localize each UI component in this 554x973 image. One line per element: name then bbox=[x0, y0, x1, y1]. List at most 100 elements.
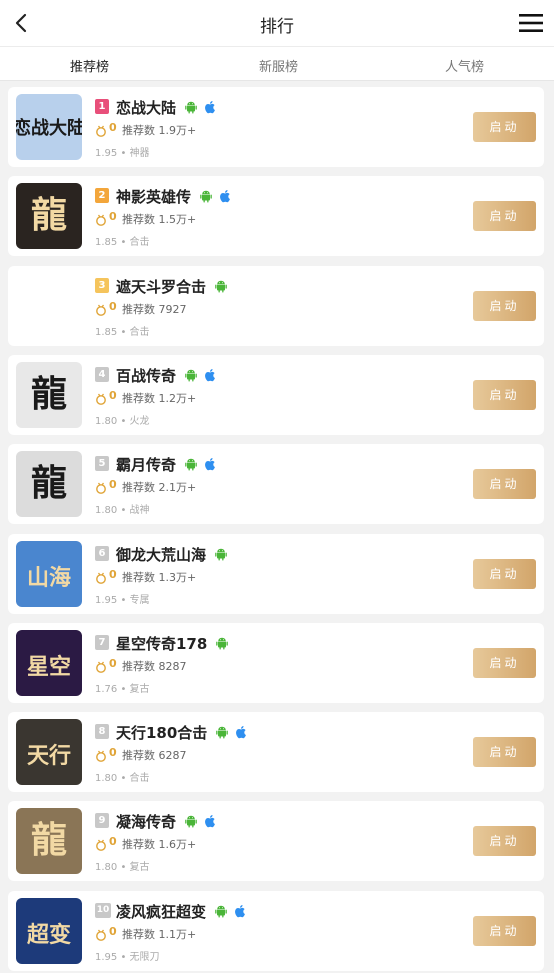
game-card[interactable]: 山海 6 御龙大荒山海 0 推荐数 1.3万+ 1.95 • 专属 启动 bbox=[8, 533, 544, 614]
game-name[interactable]: 凌风疯狂超变 bbox=[116, 901, 206, 922]
svg-text:龍: 龍 bbox=[31, 194, 67, 236]
medal-icon bbox=[95, 836, 107, 852]
rank-badge: 1 bbox=[95, 99, 109, 114]
android-icon bbox=[215, 724, 229, 740]
android-icon bbox=[215, 635, 229, 651]
coin-count: 0 bbox=[109, 121, 117, 134]
platform-icons bbox=[184, 456, 217, 472]
game-version-tag: 1.85 • 合击 bbox=[95, 237, 150, 249]
rank-badge: 4 bbox=[95, 366, 109, 382]
medal-icon bbox=[95, 479, 107, 495]
coin-count: 0 bbox=[109, 299, 117, 313]
apple-icon bbox=[203, 367, 217, 383]
start-button[interactable]: 启动 bbox=[473, 915, 536, 946]
tab-popularity[interactable]: 人气榜 bbox=[445, 56, 484, 75]
game-icon[interactable]: 山海 bbox=[16, 540, 82, 607]
coin-count: 0 bbox=[109, 924, 117, 938]
android-icon bbox=[184, 813, 198, 829]
game-card[interactable]: 龍 5 霸月传奇 0 推荐数 2.1万+ 1.80 • 战神 启动 bbox=[8, 444, 544, 525]
game-card[interactable]: 3 遮天斗罗合击 0 推荐数 7927 1.85 • 合击 启动 bbox=[8, 265, 544, 346]
game-icon[interactable]: 龍 bbox=[16, 183, 82, 250]
game-name[interactable]: 御龙大荒山海 bbox=[116, 544, 206, 565]
apple-icon bbox=[203, 456, 217, 472]
recommend-count: 推荐数 1.1万+ bbox=[122, 927, 197, 941]
platform-icons bbox=[214, 546, 228, 562]
coin-count: 0 bbox=[109, 388, 117, 402]
game-name[interactable]: 霸月传奇 bbox=[116, 454, 176, 475]
platform-icons bbox=[184, 813, 217, 829]
android-icon bbox=[214, 278, 228, 294]
coin-count: 0 bbox=[109, 656, 117, 670]
start-button[interactable]: 启动 bbox=[473, 379, 536, 410]
start-button[interactable]: 启动 bbox=[473, 826, 536, 857]
game-icon[interactable]: 龍 bbox=[16, 361, 82, 428]
start-button[interactable]: 启动 bbox=[473, 201, 536, 232]
game-icon[interactable]: 星空 bbox=[16, 629, 82, 696]
android-icon bbox=[184, 456, 198, 472]
game-card[interactable]: 龍 2 神影英雄传 0 推荐数 1.5万+ 1.85 • 合击 启动 bbox=[8, 176, 544, 257]
platform-icons bbox=[215, 724, 248, 740]
platform-icons bbox=[214, 278, 228, 294]
game-card[interactable]: 星空 7 星空传奇178 0 推荐数 8287 1.76 • 复古 启动 bbox=[8, 622, 544, 703]
platform-icons bbox=[184, 367, 217, 383]
recommend-count: 推荐数 7927 bbox=[122, 302, 187, 316]
start-button[interactable]: 启动 bbox=[473, 112, 536, 142]
game-name[interactable]: 凝海传奇 bbox=[116, 811, 176, 832]
rank-badge: 2 bbox=[95, 188, 109, 204]
game-card[interactable]: 超变 10 凌风疯狂超变 0 推荐数 1.1万+ 1.95 • 无限刀 启动 bbox=[8, 890, 544, 971]
svg-text:星空: 星空 bbox=[27, 654, 71, 680]
platform-icons bbox=[199, 188, 232, 204]
game-card[interactable]: 恋战大陆 1 恋战大陆 0 推荐数 1.9万+ 1.95 • 神器 启动 bbox=[8, 87, 544, 167]
android-icon bbox=[214, 903, 228, 919]
game-name[interactable]: 百战传奇 bbox=[116, 365, 176, 386]
game-card[interactable]: 龍 4 百战传奇 0 推荐数 1.2万+ 1.80 • 火龙 启动 bbox=[8, 354, 544, 435]
game-icon[interactable] bbox=[16, 272, 82, 339]
start-button[interactable]: 启动 bbox=[473, 737, 536, 768]
recommend-count: 推荐数 1.6万+ bbox=[122, 838, 197, 852]
android-icon bbox=[184, 367, 198, 383]
game-icon[interactable]: 龍 bbox=[16, 808, 82, 875]
svg-text:龍: 龍 bbox=[31, 462, 67, 504]
coin-count: 0 bbox=[109, 210, 117, 224]
start-button[interactable]: 启动 bbox=[473, 469, 536, 500]
start-button[interactable]: 启动 bbox=[473, 647, 536, 678]
game-version-tag: 1.80 • 战神 bbox=[95, 505, 150, 517]
game-version-tag: 1.85 • 合击 bbox=[95, 326, 150, 338]
game-version-tag: 1.80 • 火龙 bbox=[95, 415, 150, 427]
medal-icon bbox=[95, 658, 107, 673]
game-icon[interactable]: 超变 bbox=[16, 897, 82, 964]
game-card[interactable]: 天行 8 天行180合击 0 推荐数 6287 1.80 • 合击 启动 bbox=[8, 712, 544, 793]
game-version-tag: 1.76 • 复古 bbox=[95, 683, 150, 695]
game-name[interactable]: 天行180合击 bbox=[116, 722, 207, 743]
start-button[interactable]: 启动 bbox=[473, 558, 536, 589]
svg-text:恋战大陆: 恋战大陆 bbox=[16, 117, 82, 139]
recommend-count: 推荐数 1.3万+ bbox=[122, 570, 197, 584]
medal-icon bbox=[95, 211, 107, 227]
apple-icon bbox=[234, 724, 248, 740]
apple-icon bbox=[233, 903, 247, 919]
game-name[interactable]: 恋战大陆 bbox=[116, 97, 176, 118]
top-bar: 排行 bbox=[0, 0, 554, 46]
rank-badge: 9 bbox=[95, 813, 109, 829]
game-name[interactable]: 遮天斗罗合击 bbox=[116, 276, 206, 297]
game-name[interactable]: 星空传奇178 bbox=[116, 633, 207, 654]
recommend-count: 推荐数 1.5万+ bbox=[122, 213, 197, 227]
game-name[interactable]: 神影英雄传 bbox=[116, 186, 191, 207]
tab-new-server[interactable]: 新服榜 bbox=[259, 56, 298, 75]
game-card[interactable]: 龍 9 凝海传奇 0 推荐数 1.6万+ 1.80 • 复古 启动 bbox=[8, 801, 544, 882]
recommend-count: 推荐数 8287 bbox=[122, 659, 187, 673]
rank-badge: 3 bbox=[95, 277, 109, 293]
start-button[interactable]: 启动 bbox=[473, 290, 536, 321]
game-icon[interactable]: 恋战大陆 bbox=[16, 94, 82, 160]
medal-icon bbox=[95, 926, 107, 941]
apple-icon bbox=[203, 813, 217, 829]
ranking-tabs: 推荐榜 新服榜 人气榜 bbox=[0, 46, 554, 81]
hamburger-menu-icon[interactable] bbox=[518, 10, 544, 36]
tab-recommend[interactable]: 推荐榜 bbox=[70, 56, 109, 75]
svg-text:龍: 龍 bbox=[31, 819, 67, 861]
rank-badge: 7 bbox=[95, 634, 109, 650]
android-icon bbox=[184, 99, 198, 115]
game-icon[interactable]: 天行 bbox=[16, 719, 82, 786]
game-icon[interactable]: 龍 bbox=[16, 451, 82, 518]
recommend-count: 推荐数 6287 bbox=[122, 749, 187, 763]
